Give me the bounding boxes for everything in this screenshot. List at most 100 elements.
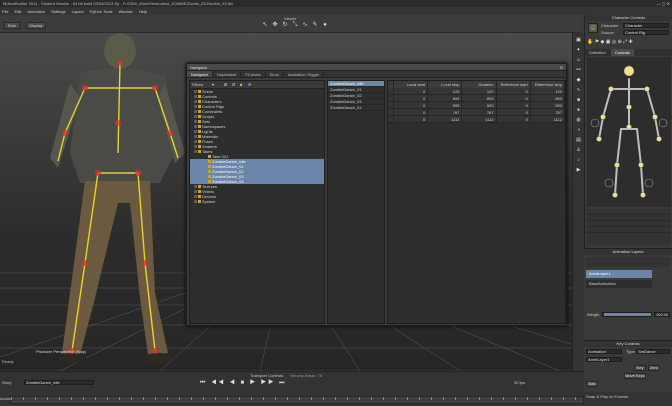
sphere-icon[interactable]: ● [575, 107, 582, 113]
select-icon[interactable]: ↖ [262, 22, 268, 28]
texture-icon[interactable]: ▤ [575, 137, 582, 143]
zero-button[interactable]: Zero [648, 365, 660, 371]
table-cell[interactable]: 120 [462, 88, 497, 95]
move-icon[interactable]: ✥ [272, 22, 278, 28]
table-cell[interactable]: 767 [530, 109, 566, 116]
close-icon[interactable]: ✕ [560, 64, 563, 71]
path-icon[interactable]: ∿ [575, 87, 582, 93]
video-icon[interactable]: ▶ [575, 167, 582, 173]
take-item[interactable]: ZombieDance_04 [328, 105, 384, 111]
pose-icon[interactable]: ♙ [575, 147, 582, 153]
menu-window[interactable]: Window [118, 9, 132, 14]
navigator-window[interactable]: Navigator ✕ Navigator Dopesheet FCurves … [186, 63, 567, 326]
folder-icon[interactable]: ■ [240, 82, 242, 87]
table-cell[interactable]: 0 [394, 88, 429, 95]
key-button[interactable]: Key [634, 365, 646, 371]
menu-python-tools[interactable]: Python Tools [90, 9, 113, 14]
table-cell[interactable]: 0 [496, 102, 531, 109]
table-row[interactable]: 0 120 120 0 120 [388, 88, 566, 95]
filter-dropdown-icon[interactable]: ▾ [212, 82, 214, 87]
table-cell[interactable]: 767 [428, 109, 463, 116]
type-dropdown[interactable]: SetDance [636, 349, 670, 354]
layer-dropdown[interactable]: AnimLayer1 [586, 357, 622, 362]
tab-controls[interactable]: Controls [611, 49, 634, 56]
table-cell[interactable]: 1112 [462, 116, 497, 123]
window-controls[interactable]: — ▢ ✕ [657, 0, 670, 7]
curve-icon[interactable]: ∿ [302, 22, 308, 28]
material-icon[interactable]: ◍ [575, 117, 582, 123]
timeline-slider[interactable] [10, 396, 584, 404]
table-cell[interactable]: 767 [462, 109, 497, 116]
rotate-icon[interactable]: ↻ [282, 22, 288, 28]
paint-icon[interactable]: ● [322, 22, 328, 28]
table-cell[interactable]: 0 [496, 109, 531, 116]
character-skeleton-view[interactable] [587, 57, 671, 207]
navigator-titlebar[interactable]: Navigator ✕ [187, 64, 566, 71]
table-cell[interactable]: 0 [394, 95, 429, 102]
scale-icon[interactable]: ⤡ [292, 22, 298, 28]
table-cell[interactable]: 0 [496, 95, 531, 102]
menu-help[interactable]: Help [139, 9, 147, 14]
bak-button[interactable]: Bak [586, 381, 598, 387]
character-icon[interactable]: ☺ [575, 57, 582, 63]
playback-buttons[interactable]: ⏮ ◀◀ ◀ ■ ▶ ▶▶ ⏭ [200, 380, 287, 387]
rein-button[interactable]: Rein [4, 22, 20, 29]
table-cell[interactable]: 0 [394, 102, 429, 109]
table-cell[interactable]: 0 [496, 116, 531, 123]
tab-navigator[interactable]: Navigator [187, 71, 214, 77]
table-cell[interactable]: 0 [394, 109, 429, 116]
constraint-icon[interactable]: ⚯ [575, 67, 582, 73]
table-cell[interactable]: 0 [394, 116, 429, 123]
take-properties-grid[interactable]: Local start Local stop Duration Referenc… [387, 80, 566, 324]
audio-icon[interactable]: ♪ [575, 157, 582, 163]
table-row[interactable]: 0 1112 1112 0 1112 [388, 116, 566, 123]
character-menu-icon[interactable]: ☺ [588, 23, 598, 33]
marker-icon[interactable]: ◆ [575, 77, 582, 83]
source-dropdown[interactable]: Control Rig [623, 30, 669, 35]
table-cell[interactable]: 1112 [428, 116, 463, 123]
table-cell[interactable]: 893 [462, 95, 497, 102]
fps-label[interactable]: 30 fps [514, 380, 525, 385]
table-cell[interactable]: 593 [530, 102, 566, 109]
table-row[interactable]: 0 593 593 0 593 [388, 102, 566, 109]
table-cell[interactable]: 120 [428, 88, 463, 95]
move-keys-button[interactable]: Move Keys [624, 373, 646, 379]
weight-value[interactable]: 100.00 [654, 312, 670, 317]
menu-animation[interactable]: Animation [27, 9, 45, 14]
mode-dropdown[interactable]: Animation [586, 349, 622, 354]
snap-play-label[interactable]: Snap & Play on Frames [584, 392, 672, 406]
tab-story[interactable]: Story [266, 71, 284, 77]
display-button[interactable]: Display [26, 22, 46, 29]
animation-layer-row[interactable]: AnimLayer1 [586, 270, 652, 278]
ik-icon[interactable]: ✋ ⚑ ◆ ▣ ◎ ⊕ ⤢ ✚ [587, 39, 633, 45]
table-cell[interactable]: 120 [530, 88, 566, 95]
light-icon[interactable]: ✦ [575, 47, 582, 53]
brush-icon[interactable]: ✎ [312, 22, 318, 28]
table-cell[interactable]: 593 [462, 102, 497, 109]
zombie-character[interactable] [50, 33, 185, 363]
table-cell[interactable]: 0 [496, 88, 531, 95]
camera-icon[interactable]: ▣ [575, 37, 582, 43]
tab-dopesheet[interactable]: Dopesheet [213, 71, 242, 77]
shader-icon[interactable]: ◑ [575, 127, 582, 133]
tab-animation-trigger[interactable]: Animation Trigger [284, 71, 325, 77]
refresh-icon[interactable]: ⟳ [248, 82, 251, 87]
animation-layer-row[interactable]: BaseAnimation [586, 280, 652, 288]
expand-icon[interactable]: ⊞ [224, 82, 227, 87]
scene-tree[interactable]: Filters ▾ ⊞ ⊟ ■ ⟳ ⊞ Scene ⊞ Controls ⊞ Charac… [189, 80, 325, 324]
table-cell[interactable]: 893 [530, 95, 566, 102]
weight-slider[interactable] [602, 312, 652, 317]
collapse-icon[interactable]: ⊟ [232, 82, 235, 87]
tree-item[interactable]: ⊞ System [190, 199, 324, 204]
table-cell[interactable]: 1112 [530, 116, 566, 123]
table-cell[interactable]: 593 [428, 102, 463, 109]
take-list[interactable]: ZombieDance_Idle ZombieDance_01 ZombieDanc… [327, 80, 385, 324]
cube-icon[interactable]: ■ [575, 97, 582, 103]
take-dropdown[interactable]: ZombieDance_Idle [24, 380, 94, 385]
character-dropdown[interactable]: Character [623, 23, 669, 28]
menu-edit[interactable]: Edit [14, 9, 21, 14]
table-cell[interactable]: 893 [428, 95, 463, 102]
tab-fcurves[interactable]: FCurves [241, 71, 266, 77]
menu-settings[interactable]: Settings [51, 9, 65, 14]
menu-layout[interactable]: Layout [72, 9, 84, 14]
